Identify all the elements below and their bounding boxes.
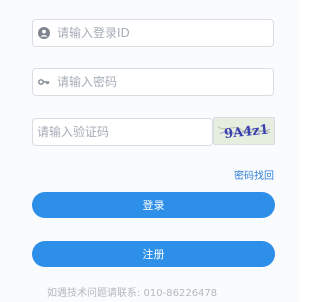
login-panel: 9A4z1 密码找回 登录 注册 如遇技术问题请联系: 010-86226478 (0, 0, 300, 302)
forgot-password-link[interactable]: 密码找回 (234, 167, 274, 182)
key-icon (37, 75, 51, 89)
register-button[interactable]: 注册 (32, 241, 275, 267)
captcha-field (32, 118, 213, 146)
captcha-input[interactable] (37, 125, 212, 139)
password-input[interactable] (57, 75, 273, 89)
captcha-image[interactable]: 9A4z1 (213, 117, 275, 145)
password-field (32, 68, 274, 96)
user-icon (37, 26, 51, 40)
login-button[interactable]: 登录 (32, 192, 275, 218)
support-contact-text: 如遇技术问题请联系: 010-86226478 (47, 288, 218, 299)
username-field (32, 19, 274, 47)
username-input[interactable] (57, 26, 273, 40)
